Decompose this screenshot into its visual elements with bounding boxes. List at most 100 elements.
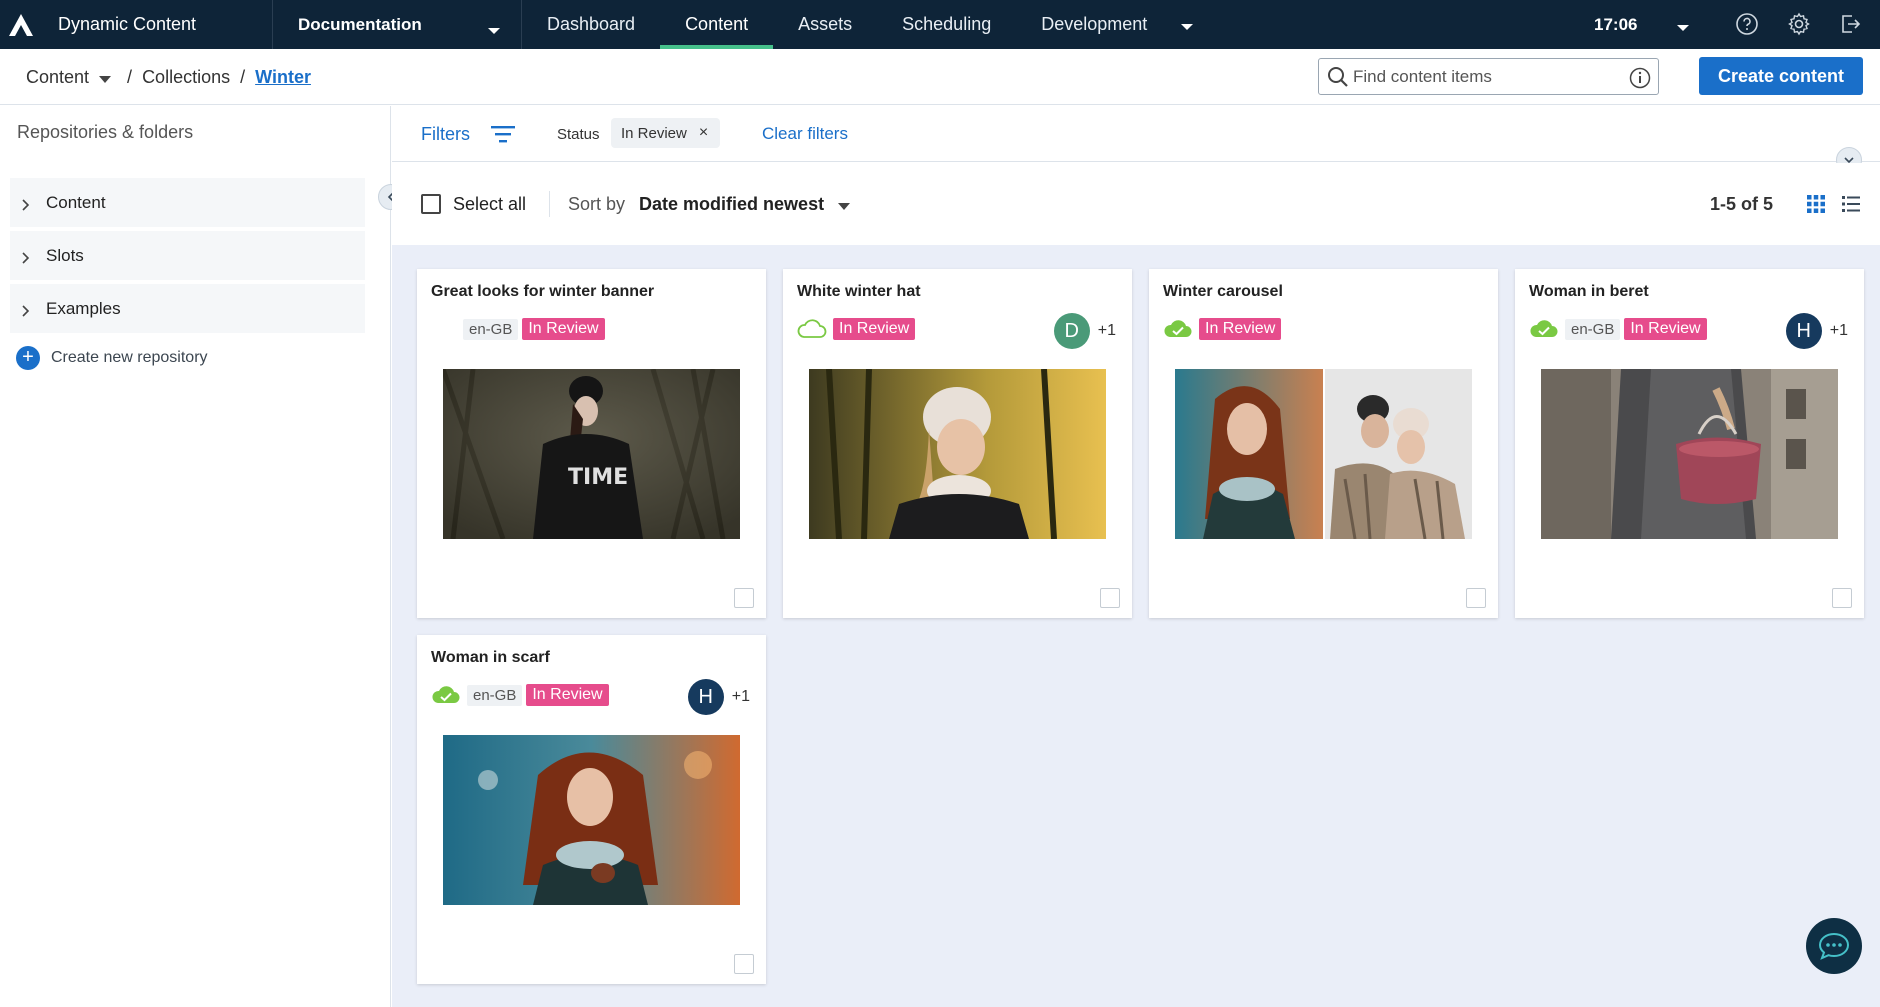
- results-count: 1-5 of 5: [1710, 193, 1774, 214]
- sidebar-item-label: Content: [46, 192, 106, 212]
- tab-content[interactable]: Content: [660, 0, 774, 49]
- select-all-label: Select all: [453, 193, 527, 214]
- chevron-down-icon[interactable]: [838, 194, 851, 215]
- card-thumbnail-image: TIME: [443, 369, 740, 539]
- card-title[interactable]: Great looks for winter banner: [431, 283, 654, 301]
- sidebar-item-label: Slots: [46, 245, 84, 265]
- content-card-great-looks[interactable]: Great looks for winter banner en-GB In R…: [417, 269, 766, 618]
- breadcrumb-winter[interactable]: Winter: [255, 67, 311, 88]
- divider: [549, 191, 550, 217]
- breadcrumb-separator: /: [127, 66, 133, 87]
- breadcrumb-content[interactable]: Content: [26, 67, 89, 88]
- select-all-checkbox[interactable]: [421, 194, 441, 214]
- chat-support-button[interactable]: [1806, 918, 1862, 974]
- card-thumbnail-image: [809, 369, 1106, 539]
- top-navigation-bar: Dynamic Content Documentation Dashboard …: [0, 0, 1880, 49]
- help-icon[interactable]: [1735, 12, 1759, 36]
- sidebar-title: Repositories & folders: [17, 122, 194, 142]
- hub-selector[interactable]: Documentation: [272, 0, 522, 49]
- card-checkbox[interactable]: [1832, 588, 1852, 608]
- card-thumbnail-image: [1541, 369, 1838, 539]
- tab-development[interactable]: Development: [1016, 0, 1172, 49]
- repositories-sidebar: Repositories & folders Content Slots Exa…: [0, 106, 391, 1007]
- card-title[interactable]: Winter carousel: [1163, 283, 1283, 301]
- sort-control[interactable]: Sort by Date modified newest: [568, 163, 851, 245]
- status-badge: In Review: [1199, 318, 1282, 340]
- content-card-woman-in-beret[interactable]: Woman in beret en-GB In Review H +1: [1515, 269, 1864, 618]
- status-filter-chip[interactable]: In Review ×: [611, 118, 721, 148]
- search-icon: [1327, 66, 1349, 93]
- breadcrumb-collections[interactable]: Collections: [142, 67, 230, 88]
- card-title[interactable]: Woman in scarf: [431, 649, 550, 667]
- card-checkbox[interactable]: [1100, 588, 1120, 608]
- cloud-outline-icon: [797, 319, 827, 339]
- filter-bar: Filters Status In Review × Clear filters: [392, 106, 1880, 173]
- main-nav: Dashboard Content Assets Scheduling Deve…: [522, 0, 1172, 49]
- chevron-right-icon: [22, 196, 30, 216]
- content-card-white-winter-hat[interactable]: White winter hat In Review D +1: [783, 269, 1132, 618]
- amplience-logo-icon[interactable]: [0, 0, 42, 49]
- card-title[interactable]: White winter hat: [797, 283, 921, 301]
- chat-bubble-icon: [1818, 932, 1850, 960]
- assignees[interactable]: D +1: [1053, 313, 1116, 349]
- content-grid: Great looks for winter banner en-GB In R…: [392, 245, 1880, 1007]
- clear-filters-link[interactable]: Clear filters: [762, 106, 848, 162]
- create-new-repository-link[interactable]: + Create new repository: [16, 346, 208, 370]
- list-view-icon[interactable]: [1841, 194, 1861, 219]
- extra-assignees-count: +1: [1829, 322, 1848, 339]
- filter-icon[interactable]: [490, 124, 516, 149]
- avatar: H: [687, 679, 724, 715]
- sort-value[interactable]: Date modified newest: [639, 194, 824, 215]
- app-title: Dynamic Content: [58, 14, 197, 34]
- breadcrumb-separator: /: [240, 66, 246, 87]
- card-checkbox[interactable]: [734, 954, 754, 974]
- sidebar-item-label: Examples: [46, 298, 121, 318]
- account-chevron-down-icon[interactable]: [1676, 19, 1690, 37]
- sidebar-item-content[interactable]: Content: [10, 178, 365, 227]
- list-toolbar: Select all Sort by Date modified newest …: [392, 163, 1880, 245]
- tab-scheduling[interactable]: Scheduling: [877, 0, 1016, 49]
- info-icon[interactable]: [1629, 67, 1651, 94]
- logout-icon[interactable]: [1838, 12, 1862, 36]
- close-icon[interactable]: ×: [699, 124, 708, 142]
- nav-more-chevron-down-icon[interactable]: [1180, 18, 1194, 36]
- locale-badge: en-GB: [467, 684, 523, 706]
- sort-label: Sort by: [568, 193, 626, 214]
- content-card-woman-in-scarf[interactable]: Woman in scarf en-GB In Review H +1: [417, 635, 766, 984]
- create-new-repository-label: Create new repository: [51, 349, 208, 366]
- tab-assets[interactable]: Assets: [773, 0, 877, 49]
- cloud-published-icon: [431, 685, 461, 705]
- locale-badge: en-GB: [463, 318, 519, 340]
- card-checkbox[interactable]: [734, 588, 754, 608]
- card-title[interactable]: Woman in beret: [1529, 283, 1649, 301]
- content-card-winter-carousel[interactable]: Winter carousel In Review: [1149, 269, 1498, 618]
- chip-value: In Review: [621, 124, 687, 142]
- search-input[interactable]: Find content items: [1318, 58, 1659, 95]
- sidebar-item-examples[interactable]: Examples: [10, 284, 365, 333]
- select-all-control[interactable]: Select all: [421, 163, 526, 245]
- card-meta: en-GB In Review: [431, 683, 609, 707]
- chevron-down-icon[interactable]: [99, 67, 112, 88]
- extra-assignees-count: +1: [731, 688, 750, 705]
- avatar: H: [1785, 313, 1822, 349]
- sidebar-item-slots[interactable]: Slots: [10, 231, 365, 280]
- clock: 17:06: [1594, 14, 1638, 34]
- chevron-down-icon: [487, 20, 501, 40]
- card-thumbnail-image: [443, 735, 740, 905]
- tab-dashboard[interactable]: Dashboard: [522, 0, 660, 49]
- create-content-button[interactable]: Create content: [1699, 57, 1863, 95]
- assignees[interactable]: H +1: [687, 679, 750, 715]
- card-thumbnail-image: [1175, 369, 1472, 539]
- filters-button[interactable]: Filters: [421, 106, 470, 162]
- card-meta: en-GB In Review: [463, 317, 605, 341]
- card-meta: In Review: [797, 317, 916, 341]
- breadcrumb: Content / Collections / Winter: [26, 49, 311, 105]
- card-checkbox[interactable]: [1466, 588, 1486, 608]
- assignees[interactable]: H +1: [1785, 313, 1848, 349]
- extra-assignees-count: +1: [1097, 322, 1116, 339]
- chevron-right-icon: [22, 249, 30, 269]
- gear-icon[interactable]: [1787, 12, 1811, 36]
- hub-label: Documentation: [298, 14, 422, 34]
- status-badge: In Review: [833, 318, 916, 340]
- grid-view-icon[interactable]: [1806, 194, 1826, 219]
